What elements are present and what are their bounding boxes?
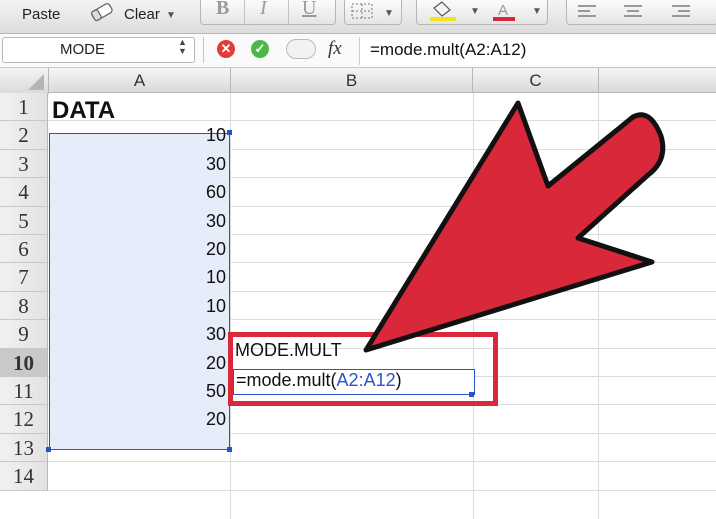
cell-a2[interactable]: 10 [60,125,226,146]
svg-text:A: A [498,2,508,19]
row-header-1[interactable]: 1 [0,93,48,122]
divider [203,37,204,63]
gridline [48,461,716,463]
selected-range-a2-a12[interactable] [49,133,230,450]
row-header-8[interactable]: 8 [0,291,48,321]
cell-a4[interactable]: 60 [60,182,226,203]
cell-a11[interactable]: 50 [60,381,226,402]
cell-a5[interactable]: 30 [60,211,226,232]
selection-handle[interactable] [227,130,232,135]
paste-button[interactable]: Paste [22,6,60,23]
cell-a1[interactable]: DATA [52,97,115,125]
row-header-4[interactable]: 4 [0,178,48,207]
fill-color-dropdown-icon[interactable]: ▼ [470,6,480,17]
cancel-icon[interactable]: ✕ [217,40,235,58]
divider [288,0,289,24]
cell-a10[interactable]: 20 [60,353,226,374]
italic-button[interactable]: I [260,0,267,20]
cell-a6[interactable]: 20 [60,239,226,260]
align-center-icon[interactable] [622,2,644,25]
clear-dropdown-icon[interactable]: ▼ [166,10,176,21]
selection-handle[interactable] [227,447,232,452]
row-header-3[interactable]: 3 [0,149,48,179]
fill-color-icon[interactable] [428,0,458,27]
cell-a9[interactable]: 30 [60,324,226,345]
row-header-5[interactable]: 5 [0,206,48,235]
row-header-10[interactable]: 10 [0,348,48,377]
bold-button[interactable]: B [216,0,229,20]
pointer-arrow-icon [330,88,716,373]
row-header-14[interactable]: 14 [0,462,48,491]
confirm-icon[interactable]: ✓ [251,40,269,58]
row-header-2[interactable]: 2 [0,121,48,150]
row-header-12[interactable]: 12 [0,405,48,434]
selection-handle[interactable] [46,447,51,452]
borders-icon [350,2,376,25]
eraser-icon[interactable] [88,2,116,22]
font-color-icon[interactable]: A [490,0,520,27]
function-button[interactable]: fx [328,38,342,60]
row-header-9[interactable]: 9 [0,320,48,349]
row-header-6[interactable]: 6 [0,235,48,264]
cell-a3[interactable]: 30 [60,154,226,175]
name-box-value: MODE [60,41,105,58]
align-right-icon[interactable] [670,2,692,25]
gridline [230,93,231,519]
font-color-dropdown-icon[interactable]: ▼ [532,6,542,17]
row-header-7[interactable]: 7 [0,263,48,292]
gridline [48,489,716,491]
column-header-a[interactable]: A [49,68,231,93]
divider [244,0,245,24]
clear-button[interactable]: Clear [124,6,160,23]
formula-text: =mode.mult(A2:A12) [370,40,527,59]
cell-a8[interactable]: 10 [60,296,226,317]
name-box-stepper-icon[interactable]: ▲ ▼ [178,38,187,56]
underline-button[interactable]: U [302,0,316,20]
cell-a12[interactable]: 20 [60,409,226,430]
cell-a7[interactable]: 10 [60,267,226,288]
row-header-13[interactable]: 13 [0,433,48,463]
toggle-icon[interactable] [286,39,316,59]
row-header-11[interactable]: 11 [0,377,48,406]
select-all-button[interactable] [0,68,49,94]
align-left-icon[interactable] [576,2,598,25]
borders-dropdown-icon[interactable]: ▼ [384,8,394,19]
